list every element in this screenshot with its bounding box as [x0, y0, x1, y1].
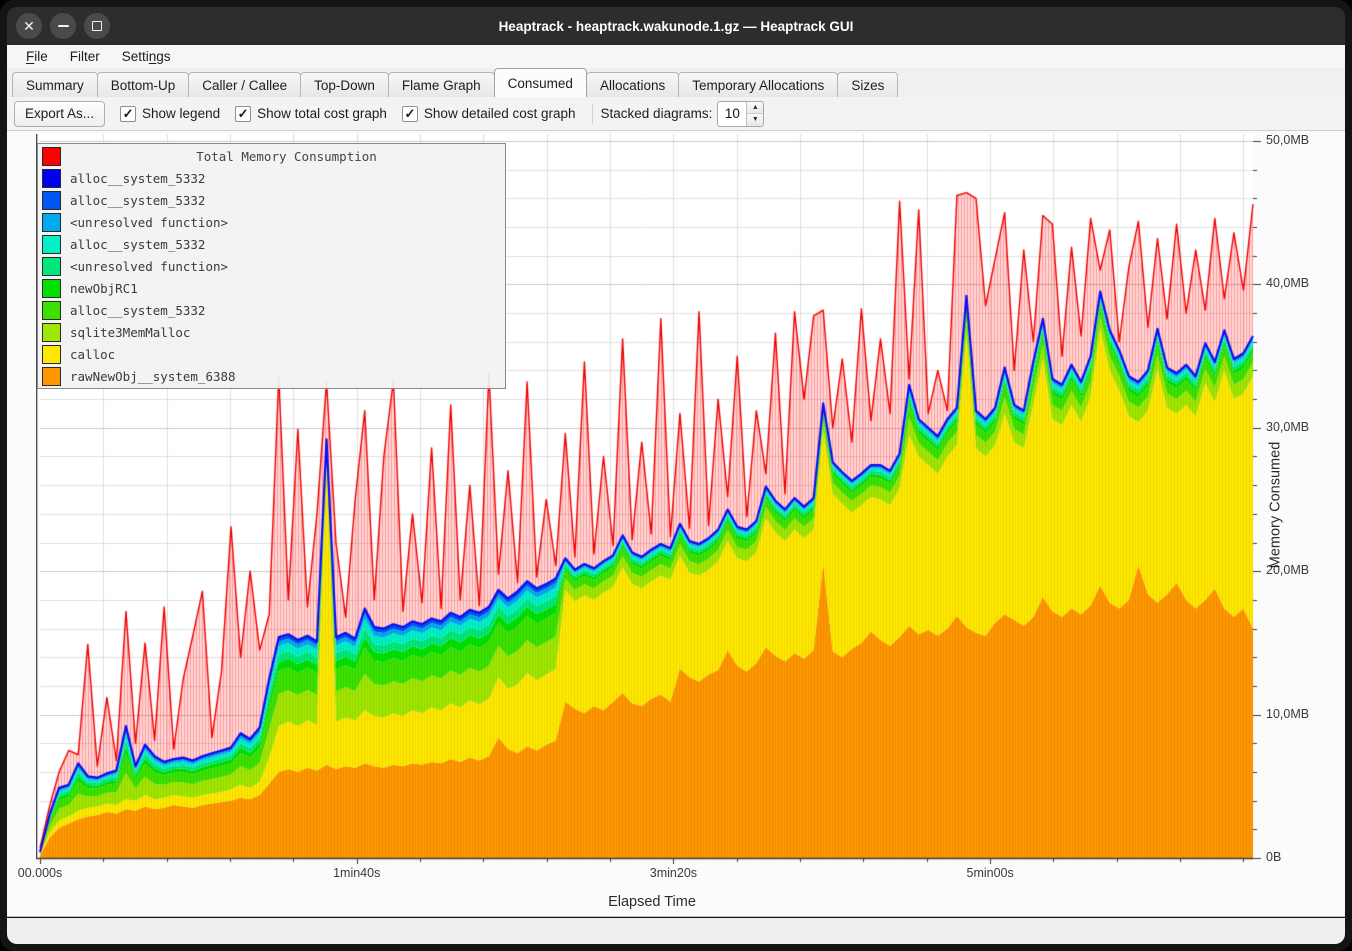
tab-allocations[interactable]: Allocations — [586, 72, 679, 97]
legend-label: alloc__system_5332 — [70, 193, 205, 208]
maximize-icon — [92, 21, 102, 31]
legend-swatch — [42, 279, 61, 298]
legend-label: calloc — [70, 347, 115, 362]
legend-item: alloc__system_5332 — [40, 167, 503, 189]
checkmark-icon: ✓ — [120, 106, 136, 122]
legend-label: newObjRC1 — [70, 281, 138, 296]
y-tick-label: 10,0MB — [1266, 707, 1309, 721]
stacked-diagrams-label: Stacked diagrams: — [601, 106, 713, 121]
tab-summary[interactable]: Summary — [12, 72, 98, 97]
x-axis-title: Elapsed Time — [512, 894, 792, 910]
legend-swatch — [42, 323, 61, 342]
chart-panel: Total Memory Consumption alloc__system_53… — [7, 131, 1345, 917]
tab-consumed[interactable]: Consumed — [494, 68, 587, 97]
y-tick-label: 0B — [1266, 850, 1281, 864]
legend-label: Total Memory Consumption — [70, 149, 503, 164]
spin-up-button[interactable]: ▲ — [747, 102, 763, 115]
stacked-diagrams-spinner[interactable]: 10 ▲ ▼ — [717, 101, 764, 127]
toolbar-separator — [592, 104, 593, 124]
legend-item: <unresolved function> — [40, 255, 503, 277]
checkbox-label: Show total cost graph — [257, 106, 387, 121]
legend-label: alloc__system_5332 — [70, 171, 205, 186]
tab-temporary-allocations[interactable]: Temporary Allocations — [678, 72, 838, 97]
legend-label: alloc__system_5332 — [70, 237, 205, 252]
checkmark-icon: ✓ — [402, 106, 418, 122]
checkbox-show-detailed-cost-graph[interactable]: ✓ Show detailed cost graph — [402, 106, 576, 122]
legend-swatch — [42, 257, 61, 276]
menu-bar: FileFilterSettings — [7, 45, 1345, 68]
legend-item: <unresolved function> — [40, 211, 503, 233]
x-tick-label: 5min00s — [967, 866, 1014, 880]
legend-item: sqlite3MemMalloc — [40, 321, 503, 343]
legend-swatch — [42, 367, 61, 386]
window-title: Heaptrack - heaptrack.wakunode.1.gz — He… — [127, 7, 1225, 45]
tab-flame-graph[interactable]: Flame Graph — [388, 72, 495, 97]
legend-item: newObjRC1 — [40, 277, 503, 299]
legend-swatch — [42, 345, 61, 364]
menu-item-file[interactable]: File — [15, 47, 59, 66]
y-tick-label: 50,0MB — [1266, 133, 1309, 147]
legend-swatch — [42, 169, 61, 188]
window-controls: ✕ — [16, 13, 110, 39]
tab-bottom-up[interactable]: Bottom-Up — [97, 72, 190, 97]
x-tick-label: 1min40s — [333, 866, 380, 880]
legend-item: alloc__system_5332 — [40, 233, 503, 255]
heaptrack-window: ✕ Heaptrack - heaptrack.wakunode.1.gz — … — [0, 0, 1352, 951]
y-tick-label: 40,0MB — [1266, 276, 1309, 290]
tab-top-down[interactable]: Top-Down — [300, 72, 389, 97]
menu-item-settings[interactable]: Settings — [111, 47, 182, 66]
chart-legend: Total Memory Consumption alloc__system_53… — [37, 143, 506, 389]
checkbox-label: Show detailed cost graph — [424, 106, 576, 121]
export-as-button[interactable]: Export As... — [14, 101, 105, 127]
tab-caller-callee[interactable]: Caller / Callee — [188, 72, 301, 97]
checkbox-show-total-cost-graph[interactable]: ✓ Show total cost graph — [235, 106, 387, 122]
toolbar: Export As... ✓ Show legend ✓ Show total cos… — [7, 97, 1345, 131]
legend-swatch — [42, 235, 61, 254]
checkbox-label: Show legend — [142, 106, 220, 121]
legend-item: Total Memory Consumption — [40, 145, 503, 167]
checkbox-show-legend[interactable]: ✓ Show legend — [120, 106, 220, 122]
legend-swatch — [42, 301, 61, 320]
x-tick-label: 3min20s — [650, 866, 697, 880]
close-button[interactable]: ✕ — [16, 13, 42, 39]
legend-label: rawNewObj__system_6388 — [70, 369, 236, 384]
legend-item: alloc__system_5332 — [40, 299, 503, 321]
minimize-button[interactable] — [50, 13, 76, 39]
spin-down-button[interactable]: ▼ — [747, 114, 763, 126]
title-bar[interactable]: ✕ Heaptrack - heaptrack.wakunode.1.gz — … — [7, 7, 1345, 45]
tab-bar: SummaryBottom-UpCaller / CalleeTop-DownF… — [7, 68, 1345, 97]
tab-sizes[interactable]: Sizes — [837, 72, 898, 97]
legend-swatch — [42, 213, 61, 232]
stacked-diagrams-value: 10 — [718, 102, 746, 126]
maximize-button[interactable] — [84, 13, 110, 39]
menu-item-filter[interactable]: Filter — [59, 47, 111, 66]
legend-label: alloc__system_5332 — [70, 303, 205, 318]
close-icon: ✕ — [23, 19, 35, 33]
legend-swatch — [42, 191, 61, 210]
y-tick-label: 30,0MB — [1266, 420, 1309, 434]
legend-swatch — [42, 147, 61, 166]
legend-item: calloc — [40, 343, 503, 365]
legend-label: <unresolved function> — [70, 215, 228, 230]
spinner-buttons: ▲ ▼ — [746, 102, 763, 126]
checkmark-icon: ✓ — [235, 106, 251, 122]
legend-item: rawNewObj__system_6388 — [40, 365, 503, 387]
window-bottom-margin — [7, 918, 1345, 944]
y-axis-title: Memory Consumed — [1268, 442, 1284, 569]
legend-label: <unresolved function> — [70, 259, 228, 274]
legend-label: sqlite3MemMalloc — [70, 325, 190, 340]
minimize-icon — [58, 25, 69, 27]
legend-item: alloc__system_5332 — [40, 189, 503, 211]
x-tick-label: 00.000s — [18, 866, 62, 880]
